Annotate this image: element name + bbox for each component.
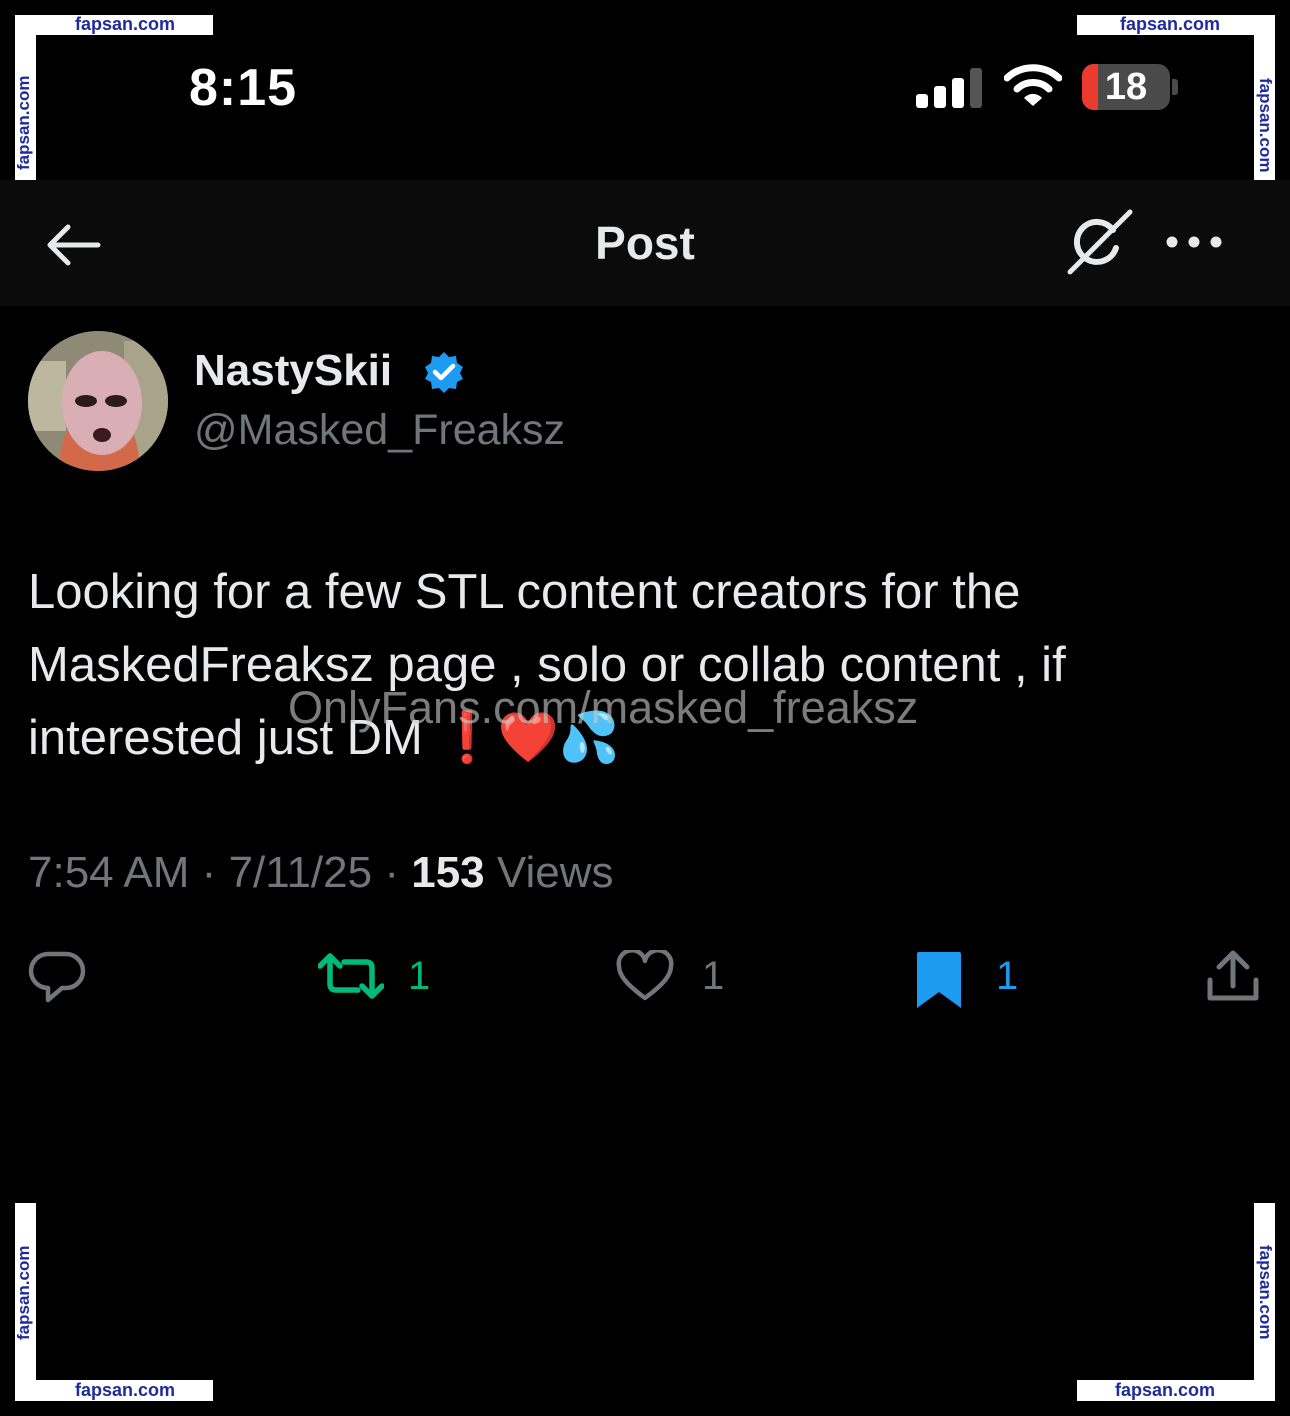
- watermark-text: fapsan.com: [1119, 14, 1221, 34]
- watermark-text: fapsan.com: [14, 1245, 33, 1340]
- watermark-text: fapsan.com: [14, 75, 33, 170]
- views-label: Views: [496, 848, 614, 897]
- avatar-image: [28, 331, 168, 471]
- post-text-line: Looking for a few STL content creators f…: [28, 565, 1021, 619]
- bookmark-button[interactable]: 1: [914, 950, 1024, 1010]
- author-handle[interactable]: @Masked_Freaksz: [194, 406, 565, 455]
- watermark-text: fapsan.com: [1256, 78, 1275, 173]
- watermark-text: fapsan.com: [74, 14, 176, 34]
- repost-icon: [318, 953, 384, 999]
- watermark-text: fapsan.com: [1114, 1380, 1216, 1400]
- overlay-watermark-text: OnlyFans.com/masked_freaksz: [288, 682, 919, 733]
- author-display-name[interactable]: NastySkii: [194, 346, 392, 396]
- post-time: 7:54 AM: [28, 848, 190, 897]
- repost-count: 1: [408, 954, 431, 998]
- wifi-icon: [1004, 64, 1062, 106]
- battery-tip: [1172, 79, 1178, 95]
- watermark-text: fapsan.com: [1256, 1245, 1275, 1340]
- avatar[interactable]: [28, 331, 168, 471]
- like-button[interactable]: 1: [616, 950, 736, 1010]
- heart-icon: [616, 950, 674, 1001]
- battery-percentage: 18: [1104, 66, 1148, 108]
- reply-button[interactable]: [28, 950, 88, 1010]
- separator: ·: [201, 848, 217, 897]
- cellular-signal-icon: [916, 68, 982, 108]
- bookmark-count: 1: [996, 954, 1019, 998]
- post-date: 7/11/25: [228, 848, 373, 897]
- post-text: Looking for a few STL content creators f…: [28, 556, 1248, 775]
- battery-icon: 18: [1082, 64, 1170, 110]
- more-options-icon[interactable]: [1166, 232, 1222, 252]
- watermark-text: fapsan.com: [74, 1380, 176, 1400]
- verified-badge-icon: [425, 352, 463, 393]
- grok-icon[interactable]: [1066, 208, 1134, 276]
- views-count: 153: [411, 848, 485, 897]
- like-count: 1: [702, 954, 725, 998]
- reply-icon: [28, 951, 86, 1003]
- post-timestamp: 7:54 AM · 7/11/25 · 153 Views: [28, 848, 613, 898]
- bookmark-icon: [917, 952, 961, 1008]
- share-icon: [1207, 950, 1259, 1001]
- separator: ·: [384, 848, 399, 897]
- status-time: 8:15: [189, 59, 298, 117]
- post-header: Post: [0, 180, 1290, 306]
- share-button[interactable]: [1206, 950, 1262, 1010]
- repost-button[interactable]: 1: [318, 950, 438, 1010]
